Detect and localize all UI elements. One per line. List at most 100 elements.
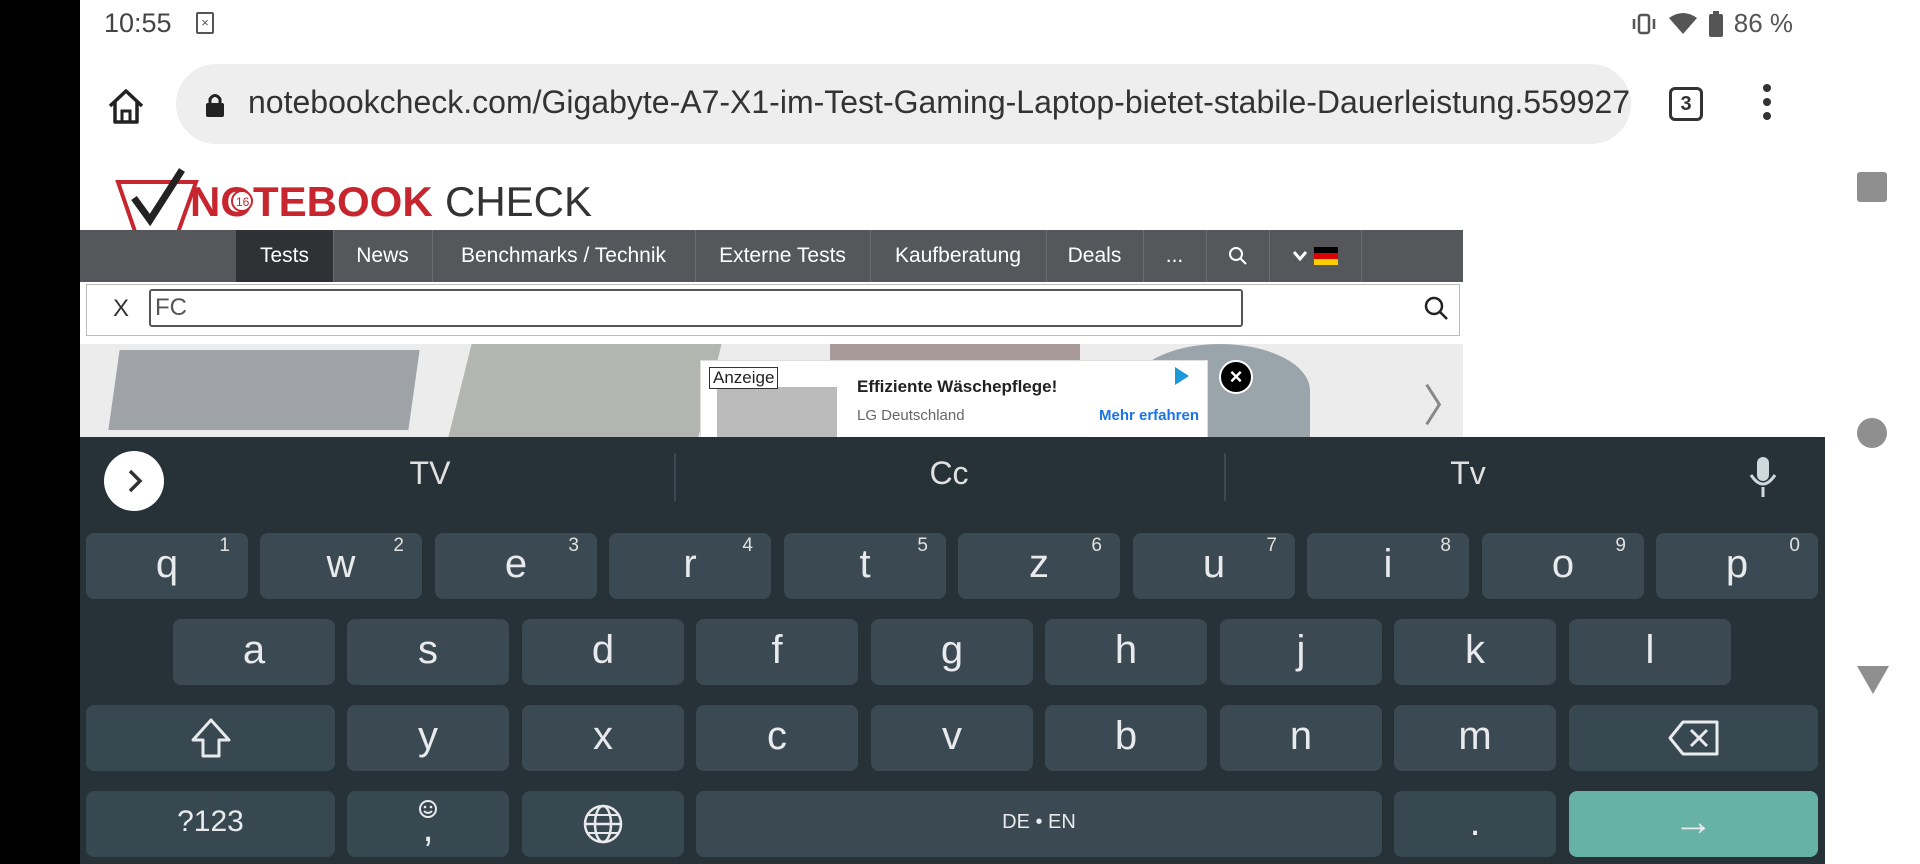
key-e[interactable]: e3 bbox=[435, 533, 597, 599]
nav-news[interactable]: News bbox=[333, 230, 433, 282]
key-a[interactable]: a bbox=[173, 619, 335, 685]
suggestion-3[interactable]: Tv bbox=[1368, 455, 1568, 492]
key-c[interactable]: c bbox=[696, 705, 858, 771]
home-button[interactable] bbox=[1857, 418, 1887, 448]
key-w[interactable]: w2 bbox=[260, 533, 422, 599]
key-k[interactable]: k bbox=[1394, 619, 1556, 685]
overflow-menu-icon[interactable] bbox=[1762, 84, 1772, 124]
key-p[interactable]: p0 bbox=[1656, 533, 1818, 599]
sim-card-icon: × bbox=[196, 12, 214, 34]
key-space[interactable]: DE • EN bbox=[696, 791, 1382, 857]
back-button[interactable] bbox=[1857, 666, 1889, 694]
key-h[interactable]: h bbox=[1045, 619, 1207, 685]
key-g[interactable]: g bbox=[871, 619, 1033, 685]
ad-advertiser: LG Deutschland bbox=[857, 407, 965, 424]
site-nav: Tests News Benchmarks / Technik Externe … bbox=[80, 230, 1463, 282]
logo-badge: 16 bbox=[236, 195, 250, 209]
ad-close-button[interactable]: × bbox=[1219, 360, 1253, 394]
suggestion-strip: TV Cc Tv bbox=[80, 437, 1825, 517]
battery-icon bbox=[1708, 10, 1723, 37]
suggestion-2[interactable]: Cc bbox=[849, 455, 1049, 492]
key-y[interactable]: y bbox=[347, 705, 509, 771]
ad-cta-link[interactable]: Mehr erfahren bbox=[1099, 407, 1199, 424]
search-close-button[interactable]: X bbox=[113, 295, 129, 323]
search-submit-icon[interactable] bbox=[1423, 295, 1449, 321]
key-shift[interactable] bbox=[86, 705, 335, 771]
search-icon bbox=[1228, 247, 1247, 265]
status-time: 10:55 bbox=[104, 8, 172, 38]
status-bar: 10:55 × 86 % bbox=[80, 0, 1825, 50]
phone-screen: 10:55 × 86 % notebookcheck.com/Gigabyte-… bbox=[80, 0, 1825, 864]
nav-more[interactable]: ... bbox=[1143, 230, 1207, 282]
suggestion-divider bbox=[1224, 453, 1226, 501]
key-symbols[interactable]: ?123 bbox=[86, 791, 335, 857]
key-r[interactable]: r4 bbox=[609, 533, 771, 599]
ad-title: Effiziente Wäschepflege! bbox=[857, 377, 1058, 396]
nav-benchmarks[interactable]: Benchmarks / Technik bbox=[432, 230, 696, 282]
ad-tag: Anzeige bbox=[709, 367, 779, 389]
key-i[interactable]: i8 bbox=[1307, 533, 1469, 599]
url-text: notebookcheck.com/Gigabyte-A7-X1-im-Test… bbox=[248, 84, 1631, 120]
browser-toolbar: notebookcheck.com/Gigabyte-A7-X1-im-Test… bbox=[80, 50, 1825, 161]
globe-icon bbox=[583, 804, 623, 844]
vibrate-icon bbox=[1632, 13, 1655, 34]
shift-icon bbox=[191, 718, 230, 758]
site-search-input[interactable]: FC bbox=[149, 289, 1243, 327]
key-u[interactable]: u7 bbox=[1133, 533, 1295, 599]
laptop-thumbnail-2[interactable] bbox=[448, 344, 722, 437]
key-o[interactable]: o9 bbox=[1482, 533, 1644, 599]
key-s[interactable]: s bbox=[347, 619, 509, 685]
key-t[interactable]: t5 bbox=[784, 533, 946, 599]
chevron-down-icon bbox=[1292, 251, 1308, 262]
key-z[interactable]: z6 bbox=[958, 533, 1120, 599]
suggestion-divider bbox=[674, 453, 676, 501]
url-field[interactable]: notebookcheck.com/Gigabyte-A7-X1-im-Test… bbox=[176, 64, 1631, 144]
nav-kaufberatung[interactable]: Kaufberatung bbox=[870, 230, 1047, 282]
nav-deals[interactable]: Deals bbox=[1046, 230, 1144, 282]
key-f[interactable]: f bbox=[696, 619, 858, 685]
tab-switcher-button[interactable]: 3 bbox=[1669, 87, 1703, 121]
chevron-right-icon bbox=[128, 469, 143, 493]
home-icon[interactable] bbox=[106, 86, 146, 126]
laptop-thumbnail-1[interactable] bbox=[108, 350, 420, 430]
ad-banner[interactable]: Anzeige Effiziente Wäschepflege! LG Deut… bbox=[700, 360, 1208, 439]
android-nav-bar bbox=[1825, 0, 1920, 864]
key-emoji-comma[interactable]: , bbox=[347, 791, 509, 857]
key-b[interactable]: b bbox=[1045, 705, 1207, 771]
key-backspace[interactable] bbox=[1569, 705, 1818, 771]
ad-product-image bbox=[717, 387, 837, 437]
key-period[interactable]: . bbox=[1394, 791, 1556, 857]
site-search-bar: X FC bbox=[86, 284, 1460, 336]
key-j[interactable]: j bbox=[1220, 619, 1382, 685]
logo-text-red: NOTEBOOK bbox=[190, 178, 433, 225]
key-enter[interactable]: → bbox=[1569, 791, 1818, 857]
key-q[interactable]: q1 bbox=[86, 533, 248, 599]
key-x[interactable]: x bbox=[522, 705, 684, 771]
battery-percent: 86 % bbox=[1733, 8, 1793, 38]
toolbar-expand-button[interactable] bbox=[104, 451, 164, 511]
status-icons: 86 % bbox=[1630, 8, 1793, 39]
adchoices-icon[interactable] bbox=[1175, 367, 1189, 385]
recents-button[interactable] bbox=[1857, 172, 1887, 202]
backspace-icon bbox=[1668, 720, 1718, 756]
comma-label: , bbox=[422, 806, 434, 850]
key-n[interactable]: n bbox=[1220, 705, 1382, 771]
logo-text-dark: CHECK bbox=[445, 178, 592, 225]
web-page: NOTEBOOK CHECK 16 Tests News Benchmarks … bbox=[80, 160, 1825, 439]
language-selector[interactable] bbox=[1269, 230, 1362, 282]
key-language[interactable] bbox=[522, 791, 684, 857]
key-l[interactable]: l bbox=[1569, 619, 1731, 685]
key-d[interactable]: d bbox=[522, 619, 684, 685]
nav-externe-tests[interactable]: Externe Tests bbox=[695, 230, 871, 282]
suggestion-1[interactable]: TV bbox=[330, 455, 530, 492]
wifi-icon bbox=[1668, 12, 1697, 34]
key-v[interactable]: v bbox=[871, 705, 1033, 771]
nav-search-button[interactable] bbox=[1206, 230, 1270, 282]
soft-keyboard: TV Cc Tv q1 w2 e3 r4 t5 z6 u7 i8 o9 p0 a… bbox=[80, 437, 1825, 864]
carousel-next-icon[interactable]: 〉 bbox=[1423, 370, 1467, 434]
key-m[interactable]: m bbox=[1394, 705, 1556, 771]
lock-icon bbox=[206, 94, 224, 117]
german-flag-icon bbox=[1313, 247, 1338, 266]
microphone-icon[interactable] bbox=[1748, 455, 1778, 501]
nav-tests[interactable]: Tests bbox=[236, 230, 334, 282]
